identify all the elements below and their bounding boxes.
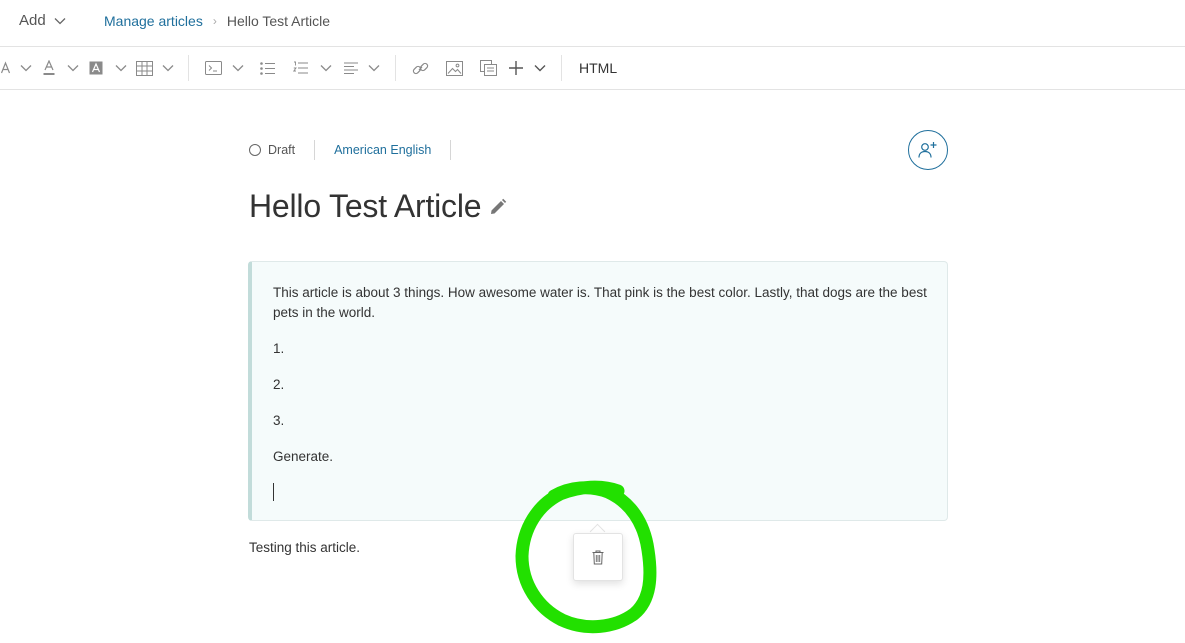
body-paragraph: Testing this article. xyxy=(249,540,361,555)
delete-block-button[interactable] xyxy=(573,533,623,581)
chevron-down-icon xyxy=(162,65,174,72)
callout-item-4: Generate. xyxy=(273,449,334,464)
code-block-dropdown[interactable] xyxy=(231,58,245,78)
link-icon[interactable] xyxy=(411,58,429,78)
chevron-down-icon xyxy=(368,65,380,72)
article-title: Hello Test Article xyxy=(249,188,482,224)
callout-paragraph: This article is about 3 things. How awes… xyxy=(273,285,927,320)
editor-toolbar: HTML xyxy=(0,47,1185,90)
article-meta: Draft American English xyxy=(249,140,470,160)
status-label: Draft xyxy=(268,143,296,157)
breadcrumb-current: Hello Test Article xyxy=(226,13,331,29)
trash-icon xyxy=(592,550,604,564)
font-color-icon[interactable] xyxy=(42,58,56,78)
image-icon[interactable] xyxy=(445,58,463,78)
meta-divider xyxy=(314,140,316,160)
callout-item-3: 3. xyxy=(273,413,285,428)
highlight-color-icon[interactable] xyxy=(89,58,103,78)
toolbar-divider xyxy=(188,55,189,81)
chevron-down-icon xyxy=(534,65,546,72)
callout-item-2: 2. xyxy=(273,377,285,392)
align-dropdown[interactable] xyxy=(367,58,381,78)
font-size-icon[interactable] xyxy=(0,58,12,78)
bulleted-list-icon[interactable] xyxy=(259,58,275,78)
add-label: Add xyxy=(19,12,46,29)
language-selector[interactable]: American English xyxy=(334,143,431,157)
embed-icon[interactable] xyxy=(479,58,497,78)
html-view-button[interactable]: HTML xyxy=(579,60,617,76)
numbered-list-icon[interactable] xyxy=(292,58,308,78)
chevron-down-icon xyxy=(320,65,332,72)
status-indicator: Draft xyxy=(249,143,295,157)
table-icon[interactable] xyxy=(135,58,153,78)
add-person-icon xyxy=(918,142,937,158)
callout-item-1: 1. xyxy=(273,341,285,356)
text-cursor xyxy=(273,483,274,501)
breadcrumb-manage-articles[interactable]: Manage articles xyxy=(104,13,203,29)
table-dropdown[interactable] xyxy=(161,58,175,78)
top-bar: Add Manage articles › Hello Test Article xyxy=(0,0,1185,47)
callout-block[interactable]: This article is about 3 things. How awes… xyxy=(248,261,948,521)
insert-icon[interactable] xyxy=(508,58,524,78)
toolbar-divider xyxy=(561,55,562,81)
toolbar-divider xyxy=(395,55,396,81)
font-size-dropdown[interactable] xyxy=(19,58,33,78)
assign-user-button[interactable] xyxy=(908,130,948,170)
insert-dropdown[interactable] xyxy=(533,58,547,78)
pencil-icon[interactable] xyxy=(489,198,507,216)
font-color-dropdown[interactable] xyxy=(66,58,80,78)
add-menu-button[interactable]: Add xyxy=(19,12,66,29)
breadcrumb: Manage articles › Hello Test Article xyxy=(104,13,330,29)
chevron-down-icon xyxy=(54,17,66,24)
code-block-icon[interactable] xyxy=(204,58,222,78)
meta-divider xyxy=(450,140,452,160)
align-icon[interactable] xyxy=(343,58,358,78)
status-circle-icon xyxy=(249,144,261,156)
title-row: Hello Test Article xyxy=(249,188,507,225)
breadcrumb-separator: › xyxy=(212,14,217,28)
chevron-down-icon xyxy=(20,65,32,72)
chevron-down-icon xyxy=(115,65,127,72)
highlight-color-dropdown[interactable] xyxy=(114,58,128,78)
numbered-list-dropdown[interactable] xyxy=(319,58,333,78)
chevron-down-icon xyxy=(67,65,79,72)
chevron-down-icon xyxy=(232,65,244,72)
